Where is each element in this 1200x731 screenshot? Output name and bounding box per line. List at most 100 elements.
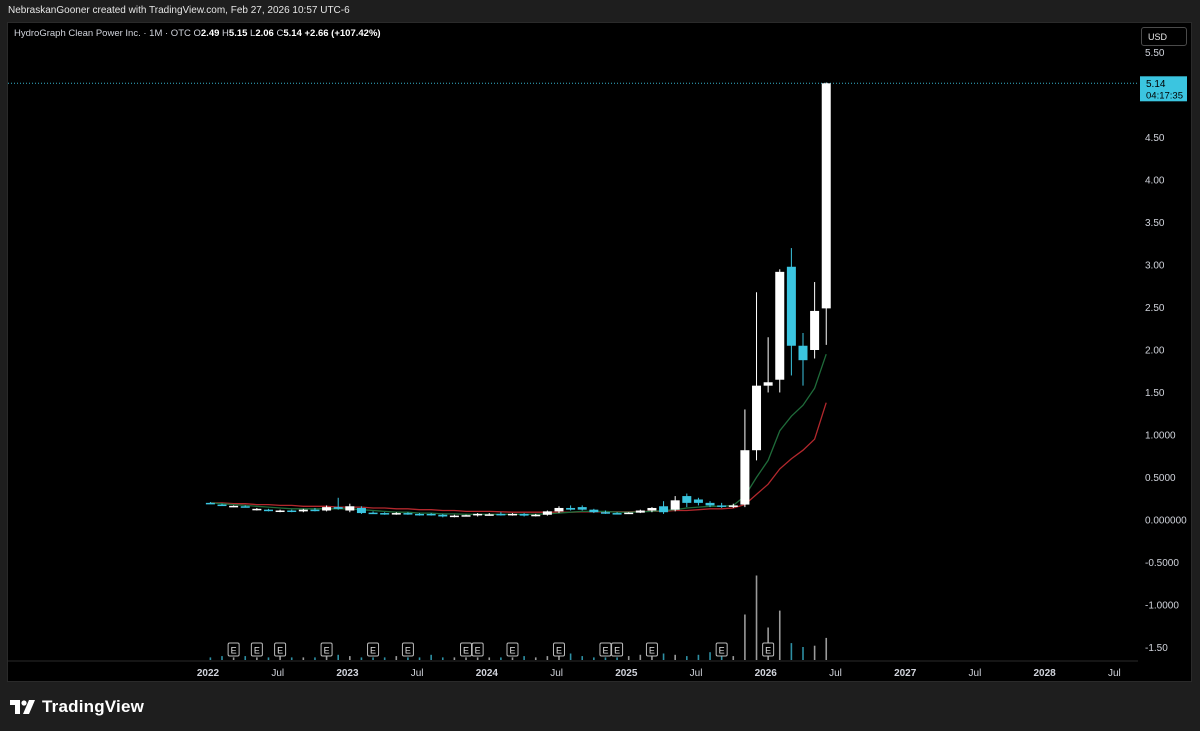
candle-down[interactable] — [798, 333, 808, 386]
candle-body — [682, 496, 692, 503]
volume-bar — [430, 654, 432, 660]
candle-body — [275, 510, 285, 513]
earnings-marker[interactable]: E — [320, 642, 333, 657]
earnings-marker[interactable]: E — [552, 642, 565, 657]
candle-down[interactable] — [368, 511, 378, 515]
candle-up[interactable] — [821, 82, 831, 345]
earnings-marker[interactable]: E — [599, 642, 612, 657]
candle-up[interactable] — [670, 496, 680, 512]
time-axis-tick: Jul — [690, 668, 703, 679]
candle-up[interactable] — [635, 509, 645, 514]
earnings-marker[interactable]: E — [227, 642, 240, 657]
candle-up[interactable] — [345, 503, 355, 513]
currency-button[interactable]: USD — [1141, 27, 1187, 46]
candle-down[interactable] — [577, 505, 587, 511]
price-axis[interactable]: 5.50 4.50 4.00 3.50 3.00 2.50 2.00 1.50 1.0000 0.… — [1145, 48, 1187, 654]
candle-up[interactable] — [473, 513, 483, 517]
candle-body — [508, 513, 517, 516]
volume-bar — [581, 656, 584, 660]
candle-up[interactable] — [449, 514, 459, 518]
candle-body — [589, 509, 599, 513]
volume-bar — [500, 657, 502, 660]
candle-down[interactable] — [496, 512, 506, 516]
earnings-marker[interactable]: E — [471, 642, 484, 657]
earnings-marker[interactable]: E — [367, 642, 380, 657]
candle-up[interactable] — [542, 510, 552, 516]
open-value: 2.49 — [200, 28, 220, 39]
volume-bar — [732, 656, 735, 660]
candle-body — [566, 507, 576, 510]
volume-bar — [709, 652, 711, 660]
candle-down[interactable] — [566, 505, 576, 511]
candle-body — [310, 509, 320, 512]
candle-down[interactable] — [519, 513, 529, 517]
candle-down[interactable] — [682, 493, 692, 508]
time-axis[interactable]: 2022 Jul 2023 Jul 2024 Jul 2025 Jul 2026 Jul 2027 J… — [8, 660, 1138, 679]
bar-countdown: 04:17:35 — [1146, 90, 1183, 101]
volume-bar — [383, 657, 386, 660]
earnings-marker[interactable]: E — [460, 642, 473, 657]
candle-down[interactable] — [659, 501, 669, 514]
earnings-markers[interactable]: EEEEEEEEEEEEEEE — [227, 642, 775, 657]
volume-bar — [778, 610, 781, 660]
earnings-marker[interactable]: E — [401, 642, 414, 657]
volume-bar — [662, 653, 665, 660]
earnings-marker-label: E — [254, 646, 260, 656]
candle-up[interactable] — [740, 409, 750, 508]
candle-body — [821, 83, 831, 309]
candle-down[interactable] — [786, 248, 796, 376]
volume-bar — [267, 657, 270, 660]
earnings-marker[interactable]: E — [645, 642, 658, 657]
time-axis-tick: Jul — [829, 668, 842, 679]
volume-bar — [407, 657, 409, 660]
symbol-legend[interactable]: HydroGraph Clean Power Inc. · 1M · OTC O… — [14, 28, 381, 39]
ema-fast-line — [210, 353, 827, 515]
time-axis-tick: Jul — [969, 668, 982, 679]
candle-body — [263, 509, 273, 512]
time-axis-tick: Jul — [1108, 668, 1121, 679]
candle-up[interactable] — [229, 505, 239, 508]
moving-averages — [210, 353, 827, 515]
earnings-marker[interactable]: E — [762, 642, 775, 657]
candle-body — [403, 513, 413, 515]
candle-body — [345, 506, 355, 511]
candle-down[interactable] — [693, 497, 703, 506]
candle-up[interactable] — [775, 269, 785, 393]
tradingview-logo[interactable]: TradingView — [10, 697, 144, 717]
volume-bar — [476, 657, 479, 660]
candle-body — [554, 507, 564, 512]
candle-up[interactable] — [508, 513, 517, 516]
candle-body — [659, 506, 669, 513]
time-axis-tick: 2026 — [755, 668, 778, 679]
volume-bar — [651, 656, 653, 660]
candle-up[interactable] — [810, 282, 820, 359]
earnings-marker[interactable]: E — [274, 642, 287, 657]
candle-down[interactable] — [263, 508, 273, 512]
tradingview-wordmark: TradingView — [42, 697, 145, 716]
earnings-marker[interactable]: E — [715, 642, 728, 657]
candle-down[interactable] — [717, 502, 727, 508]
volume-bar — [604, 657, 607, 660]
earnings-marker[interactable]: E — [250, 642, 263, 657]
candle-up[interactable] — [252, 507, 262, 511]
price-axis-tick: 4.50 — [1145, 133, 1165, 144]
footer-bar: TradingView — [0, 683, 1200, 731]
earnings-marker[interactable]: E — [611, 642, 624, 657]
candle-body — [356, 507, 366, 514]
candle-down[interactable] — [380, 512, 390, 515]
candle-down[interactable] — [333, 497, 343, 510]
candle-body — [415, 513, 425, 516]
candle-up[interactable] — [275, 509, 285, 513]
candle-body — [647, 507, 657, 511]
earnings-marker[interactable]: E — [506, 642, 519, 657]
earnings-marker-label: E — [277, 646, 283, 656]
candles[interactable] — [205, 82, 831, 518]
time-axis-tick: Jul — [411, 668, 424, 679]
candle-body — [322, 507, 332, 511]
price-chart[interactable]: EEEEEEEEEEEEEEE 5.504.504.003.503.002.50… — [0, 0, 1200, 731]
candle-down[interactable] — [287, 509, 297, 513]
candle-up[interactable] — [752, 292, 762, 461]
candle-up[interactable] — [484, 513, 494, 516]
candle-up[interactable] — [461, 514, 471, 517]
candle-up[interactable] — [763, 337, 773, 393]
